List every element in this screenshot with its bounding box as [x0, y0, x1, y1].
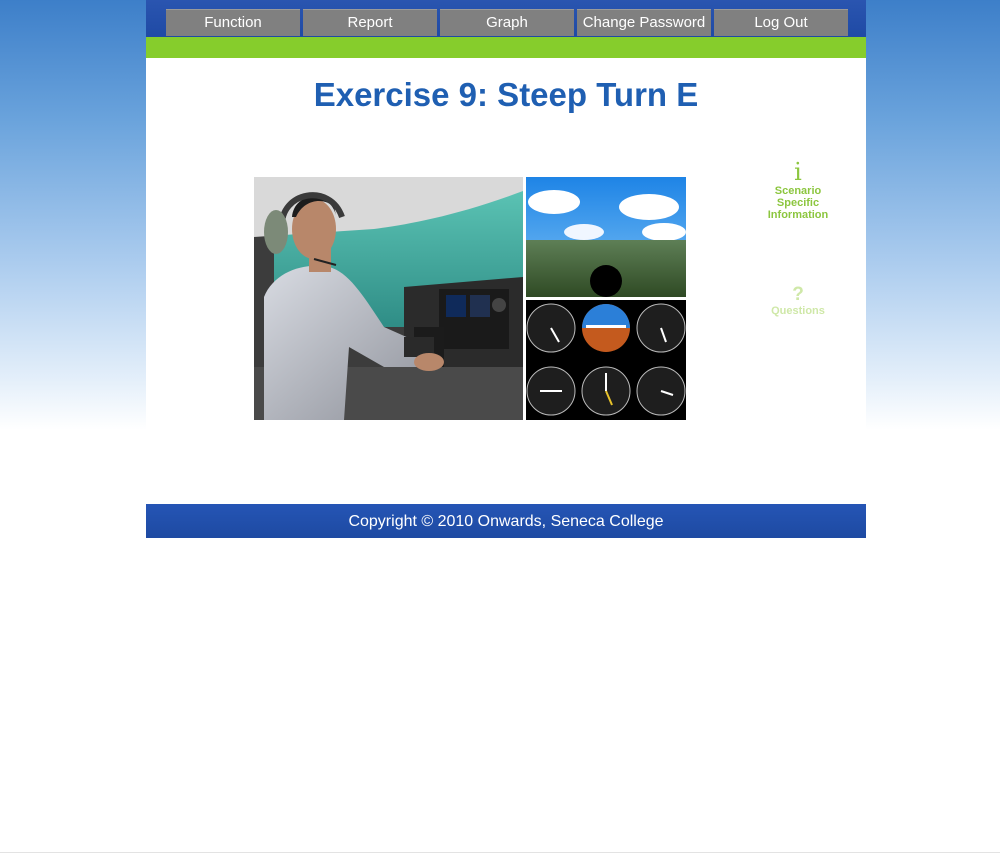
scenario-info-label-3: Information	[767, 209, 829, 221]
nav-graph-button[interactable]: Graph	[440, 9, 574, 36]
nav-change-password-button[interactable]: Change Password	[577, 9, 711, 36]
scenario-info-label-2: Specific	[776, 197, 820, 209]
nav-function-button[interactable]: Function	[166, 9, 300, 36]
simulator-image	[254, 177, 686, 420]
page-bottom-divider	[0, 852, 1000, 853]
main-content: Exercise 9: Steep Turn E i Scenario Spec…	[146, 58, 866, 504]
nav-log-out-button[interactable]: Log Out	[714, 9, 848, 36]
page-container: Function Report Graph Change Password Lo…	[146, 0, 866, 538]
top-navigation: Function Report Graph Change Password Lo…	[146, 0, 866, 37]
questions-link[interactable]: ? Questions	[761, 284, 835, 318]
info-icon: i	[794, 158, 802, 186]
scenario-info-link[interactable]: i Scenario Specific Information	[761, 158, 835, 221]
accent-bar	[146, 37, 866, 58]
question-icon: ?	[792, 284, 804, 305]
footer: Copyright © 2010 Onwards, Seneca College	[146, 504, 866, 538]
questions-label: Questions	[771, 305, 825, 317]
scenario-info-label-1: Scenario	[774, 185, 822, 197]
nav-report-button[interactable]: Report	[303, 9, 437, 36]
page-title: Exercise 9: Steep Turn E	[313, 76, 699, 113]
copyright-text: Copyright © 2010 Onwards, Seneca College	[348, 513, 664, 530]
